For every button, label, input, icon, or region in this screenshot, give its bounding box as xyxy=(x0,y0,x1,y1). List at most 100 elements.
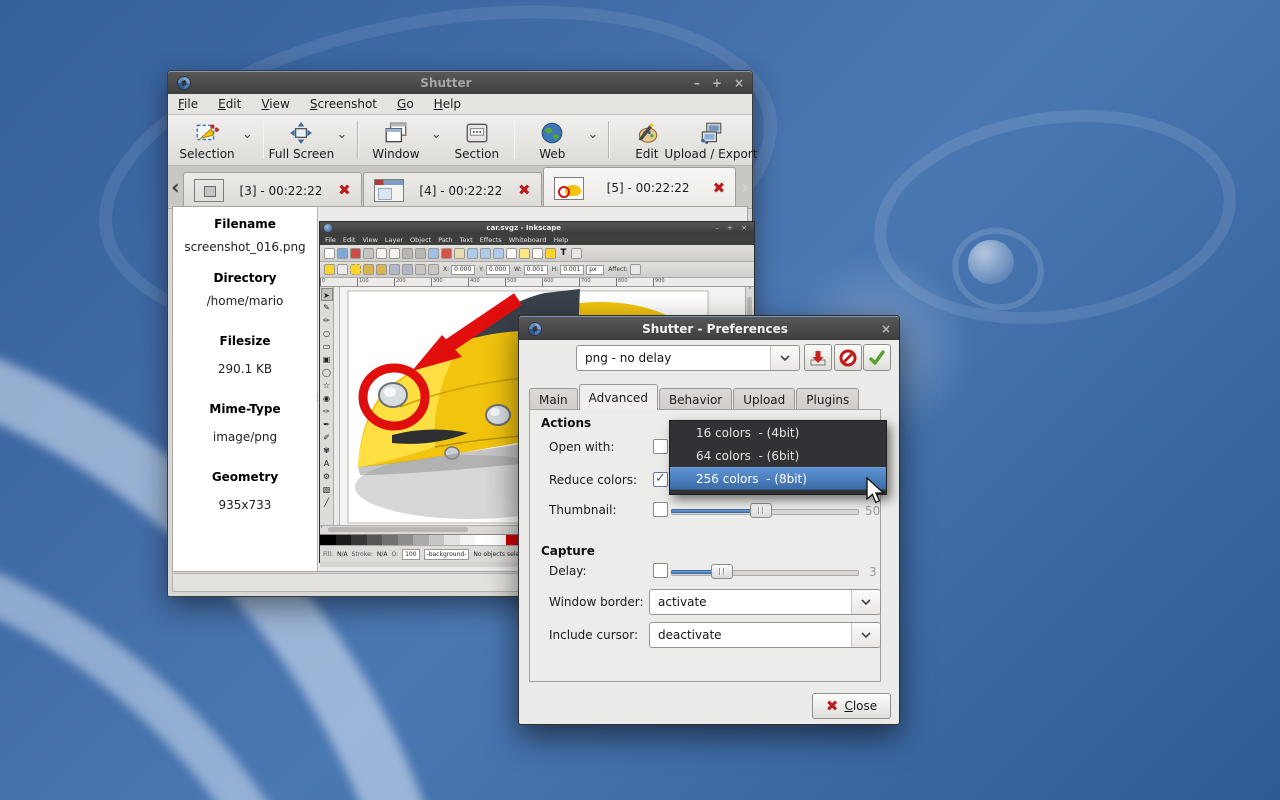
delay-checkbox[interactable]: ✓ xyxy=(653,563,668,578)
menu-edit[interactable]: Edit xyxy=(218,97,241,111)
window-border-value: activate xyxy=(650,595,851,609)
inkscape-tool-options-bar: X:0.000 Y:0.000 W:0.001 H:0.001 px Affec… xyxy=(320,262,754,278)
menu-file[interactable]: File xyxy=(178,97,198,111)
layer-selector: -background- xyxy=(424,549,470,560)
tabs-scroll-left-icon[interactable]: ‹ xyxy=(168,166,183,208)
section-button[interactable]: Section xyxy=(446,118,508,163)
toolbar-separator xyxy=(608,121,610,159)
delete-profile-button[interactable] xyxy=(834,344,862,371)
info-sidebar: Filename screenshot_016.png Directory /h… xyxy=(173,207,318,571)
tab-behavior[interactable]: Behavior xyxy=(659,388,732,410)
profile-chevron-icon xyxy=(770,346,799,370)
fullscreen-button[interactable]: Full Screen xyxy=(270,118,332,163)
shutter-logo-icon xyxy=(176,75,192,91)
section-icon xyxy=(464,120,490,146)
menu-screenshot[interactable]: Screenshot xyxy=(310,97,377,111)
fullscreen-dropdown-chevron[interactable]: ⌄ xyxy=(332,127,351,142)
web-globe-icon xyxy=(539,120,565,146)
capture-section-title: Capture xyxy=(541,544,595,558)
delay-label: Delay: xyxy=(549,564,587,578)
thumbnail-label: Thumbnail: xyxy=(549,503,617,517)
minimize-icon[interactable]: – xyxy=(694,77,700,89)
tab-screenshot-3[interactable]: [3] - 00:22:22 ✖ xyxy=(183,172,362,208)
tabs-scroll-right-icon[interactable]: › xyxy=(737,166,752,208)
open-with-checkbox[interactable]: ✓ xyxy=(653,439,668,454)
shutter-toolbar: Selection ⌄ Full Screen ⌄ xyxy=(168,115,752,166)
tab5-close-icon[interactable]: ✖ xyxy=(713,181,726,196)
menu-item-16-colors[interactable]: 16 colors - (4bit) xyxy=(670,421,886,444)
section-label: Section xyxy=(455,147,500,161)
fullscreen-icon xyxy=(288,120,314,146)
inkscape-menubar: FileEditViewLayerObjectPathTextEffectsWh… xyxy=(320,234,754,245)
session-tabbar: ‹ [3] - 00:22:22 ✖ [4] - 00:22:22 ✖ [5] … xyxy=(168,166,752,209)
checkmark-icon: ✓ xyxy=(655,474,666,484)
web-dropdown-chevron[interactable]: ⌄ xyxy=(583,127,602,142)
tab-advanced[interactable]: Advanced xyxy=(579,384,658,410)
tab-plugins[interactable]: Plugins xyxy=(796,388,859,410)
maximize-icon[interactable]: + xyxy=(712,77,722,89)
tab5-label: [5] - 00:22:22 xyxy=(594,181,703,195)
close-button-label: Close xyxy=(844,699,877,713)
reduce-colors-dropdown-menu: 16 colors - (4bit) 64 colors - (6bit) 25… xyxy=(669,420,887,495)
preferences-titlebar[interactable]: Shutter - Preferences × xyxy=(519,316,899,340)
delay-slider-handle[interactable] xyxy=(711,564,733,579)
profile-combobox[interactable]: png - no delay xyxy=(576,345,800,371)
tab3-close-icon[interactable]: ✖ xyxy=(338,183,351,198)
window-label: Window xyxy=(372,147,419,161)
thumbnail-checkbox[interactable]: ✓ xyxy=(653,502,668,517)
reduce-colors-label: Reduce colors: xyxy=(549,473,637,487)
window-dropdown-chevron[interactable]: ⌄ xyxy=(427,127,446,142)
window-button[interactable]: Window xyxy=(365,118,427,163)
filesize-value: 290.1 KB xyxy=(173,362,317,376)
filesize-label: Filesize xyxy=(173,334,317,348)
tab-screenshot-5[interactable]: [5] - 00:22:22 ✖ xyxy=(543,167,737,208)
thumbnail-slider[interactable] xyxy=(671,503,859,518)
thumbnail-value: 50 xyxy=(865,504,880,518)
web-button[interactable]: Web xyxy=(521,118,583,163)
open-with-label: Open with: xyxy=(549,440,614,454)
menu-item-64-colors[interactable]: 64 colors - (6bit) xyxy=(670,444,886,467)
tab4-thumbnail xyxy=(374,179,404,202)
inkscape-ruler: 0100200300400500600700800900 xyxy=(320,278,754,287)
shutter-logo-icon xyxy=(527,321,543,337)
close-button[interactable]: ✖ Close xyxy=(812,693,891,719)
reduce-colors-checkbox[interactable]: ✓ xyxy=(653,472,668,487)
tab4-label: [4] - 00:22:22 xyxy=(414,184,508,198)
selection-button[interactable]: Selection xyxy=(176,118,238,163)
upload-export-icon xyxy=(698,120,724,146)
inkscape-titlebar: car.svgz - Inkscape – + × xyxy=(320,222,754,234)
menu-item-256-colors[interactable]: 256 colors - (8bit) xyxy=(670,467,886,490)
tab-upload[interactable]: Upload xyxy=(733,388,795,410)
tab-screenshot-4[interactable]: [4] - 00:22:22 ✖ xyxy=(363,172,542,208)
upload-export-button[interactable]: Upload / Export xyxy=(678,118,744,163)
window-border-combobox[interactable]: activate xyxy=(649,589,881,615)
delay-slider[interactable] xyxy=(671,564,859,579)
tab3-thumbnail xyxy=(194,179,224,202)
filename-label: Filename xyxy=(173,217,317,231)
save-profile-button[interactable] xyxy=(804,344,832,371)
include-cursor-combobox[interactable]: deactivate xyxy=(649,622,881,648)
window-border-chevron-icon xyxy=(851,590,880,614)
directory-value: /home/mario xyxy=(173,294,317,308)
menu-view[interactable]: View xyxy=(261,97,289,111)
thumbnail-slider-handle[interactable] xyxy=(750,503,772,518)
tab-main[interactable]: Main xyxy=(529,388,578,410)
apply-profile-button[interactable] xyxy=(863,344,891,371)
selection-icon xyxy=(194,120,220,146)
include-cursor-chevron-icon xyxy=(851,623,880,647)
include-cursor-label: Include cursor: xyxy=(549,628,638,642)
filename-value: screenshot_016.png xyxy=(173,240,317,254)
apply-check-icon xyxy=(868,349,886,367)
edit-palette-icon xyxy=(634,120,660,146)
dialog-title: Shutter - Preferences xyxy=(549,322,881,336)
menu-help[interactable]: Help xyxy=(434,97,461,111)
inkscape-toolbox: ➤✎✏○▭▣◯☆◉✑✒✐✾A⚙▧╱ xyxy=(320,287,334,525)
close-icon[interactable]: × xyxy=(734,77,744,89)
dialog-close-icon[interactable]: × xyxy=(881,323,891,335)
selection-label: Selection xyxy=(179,147,234,161)
tab4-close-icon[interactable]: ✖ xyxy=(518,183,531,198)
selection-dropdown-chevron[interactable]: ⌄ xyxy=(238,127,257,142)
menu-go[interactable]: Go xyxy=(397,97,414,111)
shutter-titlebar[interactable]: Shutter – + × xyxy=(168,71,752,94)
actions-section-title: Actions xyxy=(541,416,591,430)
